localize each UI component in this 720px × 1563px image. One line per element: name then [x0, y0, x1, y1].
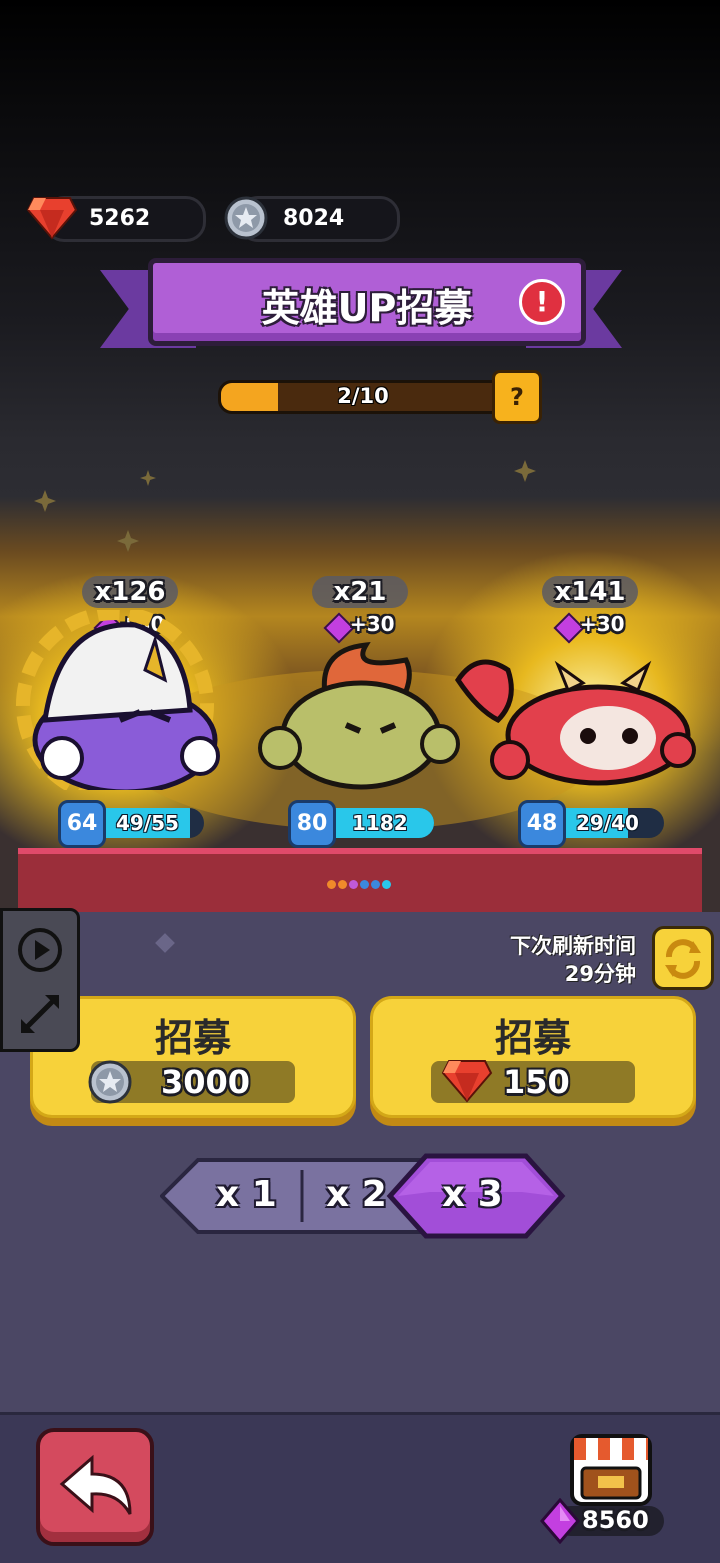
- purple-gem-icon: [540, 1498, 580, 1544]
- ruby-icon: [441, 1060, 493, 1103]
- help-button[interactable]: ?: [492, 370, 542, 424]
- silver-coin-icon: [224, 196, 268, 240]
- recruit-progress-bar: 2/10: [218, 380, 508, 414]
- xp-text: 49/55: [116, 811, 179, 835]
- multiplier-x1[interactable]: x 1: [200, 1158, 300, 1234]
- expand-icon[interactable]: [15, 989, 65, 1039]
- page-dot: [382, 880, 391, 889]
- progress-label: 2/10: [337, 384, 389, 408]
- refresh-icon: [665, 939, 701, 979]
- cost-amount: 3000: [161, 1063, 251, 1101]
- hero-knight-sprite[interactable]: [0, 610, 240, 790]
- recruit-title: 招募: [154, 1016, 231, 1060]
- silver-coin-icon: [88, 1060, 132, 1104]
- play-icon[interactable]: [17, 927, 63, 973]
- page-dot: [327, 880, 336, 889]
- hero-level-badge: 80: [288, 800, 336, 848]
- back-arrow-icon: [59, 1454, 132, 1515]
- refresh-time: 29分钟: [564, 962, 636, 986]
- recruit-ruby-button[interactable]: 招募 150: [370, 996, 696, 1118]
- shop-gem-amount: 8560: [582, 1506, 649, 1534]
- refresh-label: 下次刷新时间: [510, 934, 636, 958]
- page-dot: [338, 880, 347, 889]
- hero-slime-sprite[interactable]: [256, 640, 466, 790]
- cost-box: 3000: [88, 1060, 295, 1104]
- ruby-icon: [26, 197, 78, 240]
- cost-amount: 150: [503, 1063, 570, 1101]
- page-dot: [371, 880, 380, 889]
- hero-count: x141: [542, 576, 638, 608]
- page-dot: [349, 880, 358, 889]
- ruby-amount: 5262: [89, 206, 151, 231]
- multiplier-x3[interactable]: x 3: [416, 1158, 536, 1234]
- xp-text: 1182: [352, 811, 408, 835]
- hero-level-badge: 64: [58, 800, 106, 848]
- recruit-banner: 英雄UP招募 !: [148, 258, 586, 346]
- refresh-button[interactable]: [652, 926, 714, 990]
- hero-dragon-sprite[interactable]: [448, 650, 698, 790]
- shop-icon[interactable]: [568, 1432, 654, 1508]
- hero-level-badge: 48: [518, 800, 566, 848]
- back-button[interactable]: [36, 1428, 154, 1546]
- page-dot: [360, 880, 369, 889]
- hero-bonus: +30: [580, 612, 625, 636]
- multiplier-selector: x 1 x 2 x 3: [160, 1153, 566, 1239]
- banner-title: 英雄UP招募: [261, 286, 473, 330]
- hero-bonus: +30: [350, 612, 395, 636]
- hero-count: x21: [312, 576, 408, 608]
- cost-box: 150: [431, 1060, 635, 1103]
- recruit-title: 招募: [494, 1016, 571, 1060]
- alert-icon[interactable]: !: [519, 279, 565, 325]
- hero-count: x126: [82, 576, 178, 608]
- coin-amount: 8024: [283, 206, 345, 231]
- xp-text: 29/40: [576, 811, 639, 835]
- side-toolbar: [0, 908, 80, 1052]
